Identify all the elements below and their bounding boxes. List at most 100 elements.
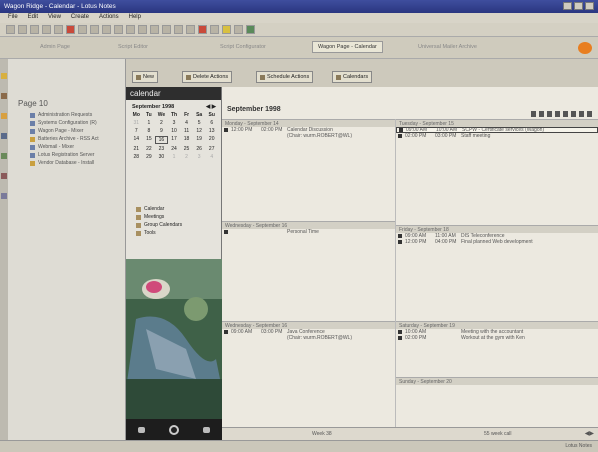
minimize-button[interactable]	[563, 2, 572, 10]
tab-admin-page[interactable]: Admin Page	[34, 41, 76, 53]
delete-actions-button[interactable]: Delete Actions	[182, 71, 233, 83]
calendar-day[interactable]: 17	[168, 136, 181, 144]
home-icon[interactable]	[54, 25, 63, 34]
calendar-day[interactable]: 1	[168, 154, 181, 160]
navigator-item[interactable]: Batteries Archive - RSS Act	[8, 135, 125, 143]
italic-icon[interactable]	[126, 25, 135, 34]
prev-icon[interactable]	[579, 111, 584, 117]
calendar-day[interactable]: 12	[193, 128, 206, 134]
two-day-view-icon[interactable]	[539, 111, 544, 117]
today-icon[interactable]	[571, 111, 576, 117]
calendar-day[interactable]: 16	[155, 136, 168, 144]
bookmark-folder-icon[interactable]	[1, 113, 7, 119]
day-cell-wednesday-2[interactable]: Wednesday - September 16 09:00 AM 03:00 P…	[222, 321, 395, 341]
day-cell-wednesday[interactable]: Wednesday - September 16 Personal Time	[222, 221, 395, 235]
calendar-day[interactable]: 26	[193, 146, 206, 152]
bullets-icon[interactable]	[162, 25, 171, 34]
refresh-icon[interactable]	[42, 25, 51, 34]
align-icon[interactable]	[150, 25, 159, 34]
week-view-icon[interactable]	[547, 111, 552, 117]
calendar-day[interactable]: 4	[180, 120, 193, 126]
calendar-day[interactable]: 28	[130, 154, 143, 160]
calendar-entry[interactable]: Personal Time	[222, 229, 395, 235]
navigator-item[interactable]: Vendor Database - Install	[8, 159, 125, 167]
one-day-view-icon[interactable]	[531, 111, 536, 117]
menu-edit[interactable]: Edit	[28, 14, 38, 22]
calendar-day[interactable]: 27	[205, 146, 218, 152]
navigator-item[interactable]: Lotus Registration Server	[8, 151, 125, 159]
calendar-day[interactable]: 1	[143, 120, 156, 126]
navigator-item[interactable]: Administration Requests	[8, 111, 125, 119]
calendar-day[interactable]: 31	[130, 120, 143, 126]
calendar-day[interactable]: 18	[180, 136, 193, 144]
calendar-day[interactable]: 3	[193, 154, 206, 160]
bookmark-mail-icon[interactable]	[1, 73, 7, 79]
day-cell-saturday[interactable]: Saturday - September 19 10:00 AM Meeting …	[396, 321, 598, 341]
new-button[interactable]: New	[132, 71, 159, 83]
nav-link-meetings[interactable]: Meetings	[136, 213, 182, 221]
forward-arrow-icon[interactable]	[203, 426, 210, 433]
back-arrow-icon[interactable]	[138, 426, 145, 433]
calendar-day[interactable]: 7	[130, 128, 143, 134]
menu-view[interactable]: View	[48, 14, 61, 22]
calendar-day[interactable]: 10	[168, 128, 181, 134]
calendar-day[interactable]: 8	[143, 128, 156, 134]
calendars-button[interactable]: Calendars	[332, 71, 373, 83]
calendar-entry[interactable]: 02:00 PM Workout at the gym with Ken	[396, 335, 598, 341]
day-cell-monday[interactable]: Monday - September 14 12:00 PM 02:00 PM Ca…	[222, 119, 395, 139]
table-icon[interactable]	[234, 25, 243, 34]
calendar-day[interactable]: 30	[155, 154, 168, 160]
calendar-day[interactable]: 21	[130, 146, 143, 152]
navigator-item[interactable]: Webmail - Mixer	[8, 143, 125, 151]
bookmark-icon[interactable]	[222, 25, 231, 34]
search-icon[interactable]	[198, 25, 207, 34]
day-cell-friday[interactable]: Friday - September 18 09:00 AM 11:00 AM DI…	[396, 225, 598, 245]
calendar-entry[interactable]: 02:00 PM 03:00 PM Staff meeting	[396, 133, 598, 139]
calendar-day[interactable]: 4	[205, 154, 218, 160]
calendar-day[interactable]: 15	[143, 136, 156, 144]
calendar-day[interactable]: 24	[168, 146, 181, 152]
calendar-day[interactable]: 6	[205, 120, 218, 126]
back-icon[interactable]	[6, 25, 15, 34]
navigator-item[interactable]: Systems Configuration (R)	[8, 119, 125, 127]
nav-link-calendar[interactable]: Calendar	[136, 205, 182, 213]
database-icon[interactable]	[246, 25, 255, 34]
calendar-day[interactable]: 14	[130, 136, 143, 144]
menu-file[interactable]: File	[8, 14, 18, 22]
cut-icon[interactable]	[78, 25, 87, 34]
calendar-day[interactable]: 19	[193, 136, 206, 144]
home-circle-icon[interactable]	[169, 424, 179, 435]
bookmark-calendar-icon[interactable]	[1, 93, 7, 99]
calendar-day[interactable]: 3	[168, 120, 181, 126]
two-week-view-icon[interactable]	[555, 111, 560, 117]
bookmark-todo-icon[interactable]	[1, 153, 7, 159]
tab-script-configurator[interactable]: Script Configurator	[214, 41, 272, 53]
calendar-day[interactable]: 2	[155, 120, 168, 126]
tab-calendar[interactable]: Wagon Page - Calendar	[312, 41, 383, 53]
print-icon[interactable]	[210, 25, 219, 34]
underline-icon[interactable]	[138, 25, 147, 34]
bookmark-address-icon[interactable]	[1, 133, 7, 139]
next-icon[interactable]	[587, 111, 592, 117]
menu-actions[interactable]: Actions	[99, 14, 119, 22]
calendar-day[interactable]: 13	[205, 128, 218, 134]
calendar-day[interactable]: 2	[180, 154, 193, 160]
calendar-day[interactable]: 25	[180, 146, 193, 152]
calendar-entry[interactable]: 12:00 PM 04:00 PM Final planned Web develo…	[396, 239, 598, 245]
calendar-day[interactable]: 23	[155, 146, 168, 152]
tab-mailer-archive[interactable]: Universal Mailer Archive	[412, 41, 483, 53]
mail-icon[interactable]	[66, 25, 75, 34]
calendar-day[interactable]: 20	[205, 136, 218, 144]
navigator-item[interactable]: Wagon Page - Mixer	[8, 127, 125, 135]
calendar-day[interactable]: 29	[143, 154, 156, 160]
calendar-day[interactable]: 22	[143, 146, 156, 152]
calendar-day[interactable]: 11	[180, 128, 193, 134]
day-cell-tuesday[interactable]: Tuesday - September 15 09:00 AM 10:00 AM S…	[396, 119, 598, 139]
calendar-day[interactable]: 9	[155, 128, 168, 134]
month-view-icon[interactable]	[563, 111, 568, 117]
bold-icon[interactable]	[114, 25, 123, 34]
close-button[interactable]	[585, 2, 594, 10]
scroll-arrows[interactable]: ◀▶	[585, 430, 594, 437]
nav-link-tools[interactable]: Tools	[136, 229, 182, 237]
schedule-actions-button[interactable]: Schedule Actions	[256, 71, 314, 83]
